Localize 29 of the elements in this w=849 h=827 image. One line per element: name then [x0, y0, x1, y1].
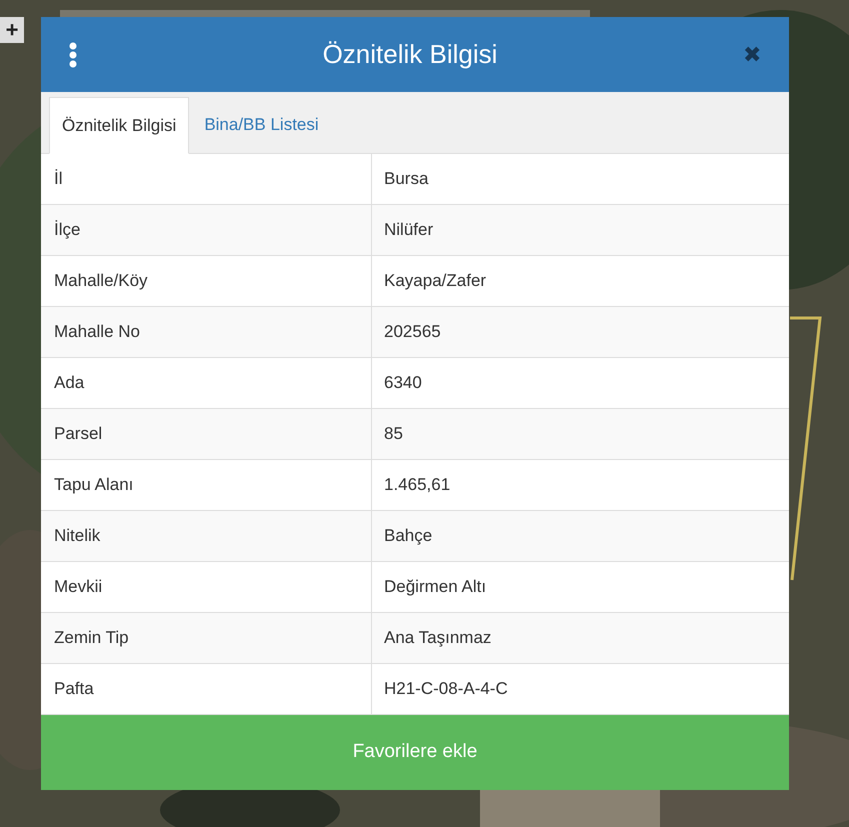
tab[interactable]: Bina/BB Listesi	[189, 96, 334, 153]
table-cell: Pafta	[41, 664, 372, 714]
table-cell: Mahalle No	[41, 307, 372, 357]
table-cell: Ada	[41, 358, 372, 408]
dialog-title: Öznitelik Bilgisi	[322, 38, 498, 71]
close-button[interactable]: ✖	[743, 44, 761, 66]
table-cell-text: Bursa	[383, 168, 430, 190]
table-cell-text: 85	[383, 423, 404, 446]
table-cell: Mevkii	[41, 562, 372, 612]
table-cell: Parsel	[41, 409, 372, 459]
table-cell-text: Ana Taşınmaz	[383, 627, 492, 650]
zoom-in-button[interactable]: +	[0, 17, 24, 43]
table-cell-text: Nilüfer	[383, 219, 434, 242]
tab[interactable]: Öznitelik Bilgisi	[49, 97, 190, 154]
table-cell-text: H21-C-08-A-4-C	[383, 678, 509, 700]
table-cell-text: Kayapa/Zafer	[383, 270, 488, 292]
table-cell-text: 1.465,61	[383, 474, 452, 496]
table-cell: Nitelik	[41, 511, 372, 561]
add-to-favorites-button[interactable]: Favorilere ekle	[41, 715, 789, 790]
table-cell: Mahalle/Köy	[41, 256, 372, 306]
table-cell-text: 6340	[383, 372, 423, 394]
table-cell-text: Değirmen Altı	[383, 576, 488, 598]
table-cell: İl	[41, 154, 372, 204]
more-icon[interactable]	[69, 42, 77, 68]
table-cell-text: 202565	[383, 321, 442, 344]
table-cell-text: Bahçe	[383, 525, 434, 548]
table-cell: Tapu Alanı	[41, 460, 372, 510]
table-cell: Zemin Tip	[41, 613, 372, 663]
table-cell: İlçe	[41, 205, 372, 255]
